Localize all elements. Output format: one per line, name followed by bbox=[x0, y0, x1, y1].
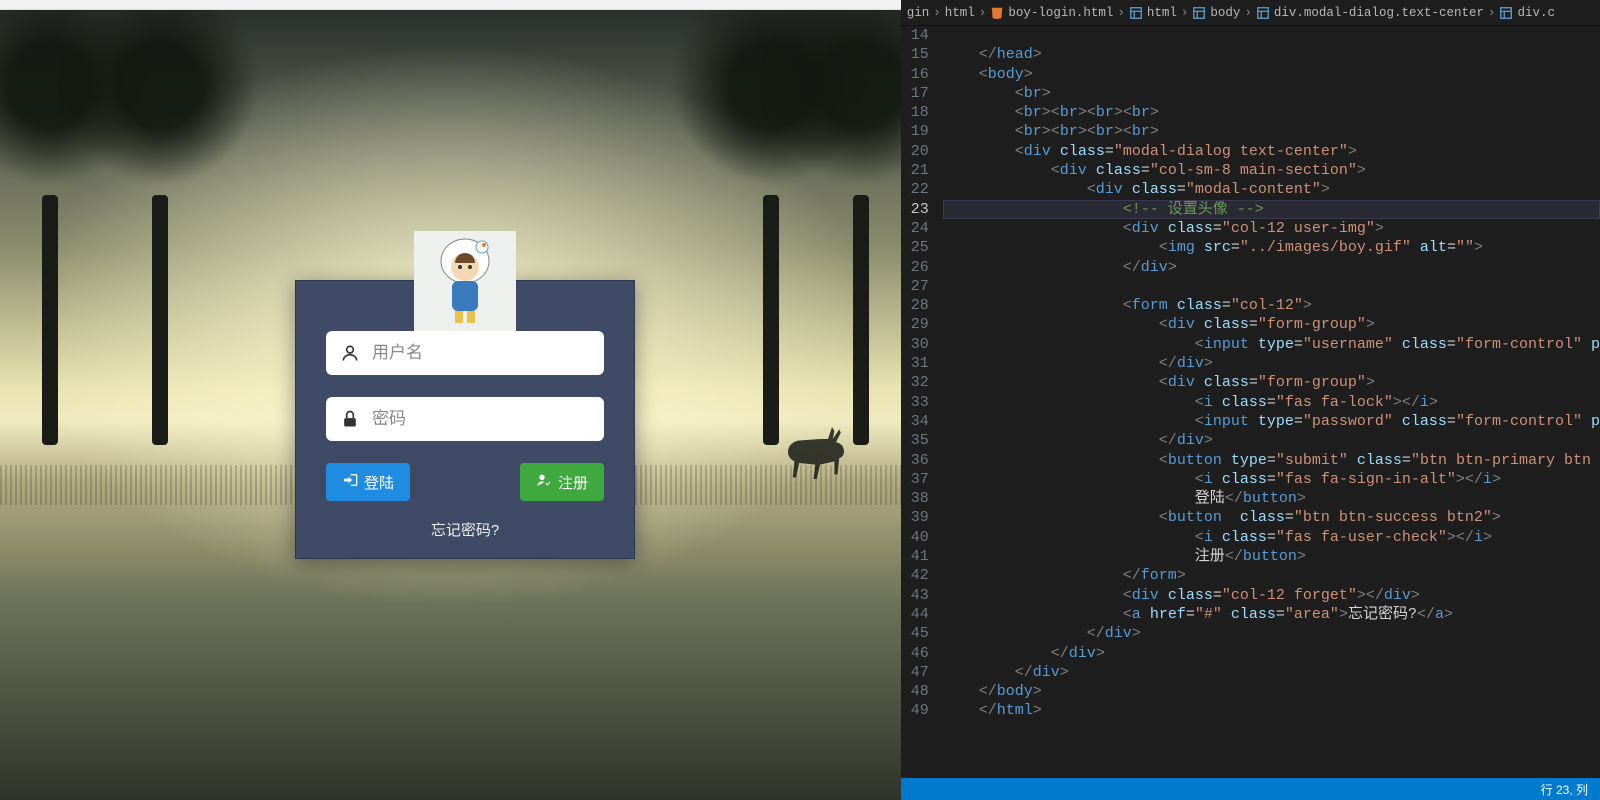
login-modal: 登陆 注册 忘记密码? bbox=[295, 280, 635, 559]
breadcrumb-item[interactable]: div.modal-dialog.text-center bbox=[1256, 6, 1484, 20]
avatar bbox=[414, 231, 516, 333]
user-check-icon bbox=[536, 472, 552, 492]
bg-tree bbox=[791, 25, 901, 445]
breadcrumb-item[interactable]: body bbox=[1192, 6, 1240, 20]
bg-tree bbox=[90, 25, 230, 445]
status-bar[interactable]: 行 23, 列 bbox=[901, 778, 1600, 800]
breadcrumb-item[interactable]: div.c bbox=[1499, 6, 1555, 20]
login-button[interactable]: 登陆 bbox=[326, 463, 410, 501]
sign-in-icon bbox=[342, 472, 358, 492]
code-editor-pane: gin›html›boy-login.html›html›body›div.mo… bbox=[901, 0, 1600, 800]
username-input[interactable] bbox=[326, 331, 604, 375]
register-button[interactable]: 注册 bbox=[520, 463, 604, 501]
cursor-position: 行 23, 列 bbox=[1541, 781, 1588, 798]
breadcrumb-item[interactable]: boy-login.html bbox=[990, 6, 1113, 20]
bg-deer bbox=[780, 410, 860, 500]
username-group bbox=[326, 331, 604, 375]
browser-preview-pane: 登陆 注册 忘记密码? bbox=[0, 0, 901, 800]
code-content[interactable]: </head> <body> <br> <br><br><br><br> <br… bbox=[943, 26, 1600, 778]
password-input[interactable] bbox=[326, 397, 604, 441]
breadcrumb[interactable]: gin›html›boy-login.html›html›body›div.mo… bbox=[901, 0, 1600, 26]
breadcrumb-item[interactable]: html bbox=[1129, 6, 1177, 20]
password-group bbox=[326, 397, 604, 441]
forgot-password-link[interactable]: 忘记密码? bbox=[326, 519, 604, 540]
button-row: 登陆 注册 bbox=[326, 463, 604, 501]
code-area[interactable]: 1415161718192021222324252627282930313233… bbox=[901, 26, 1600, 778]
user-icon bbox=[340, 343, 360, 363]
login-button-label: 登陆 bbox=[364, 472, 394, 493]
register-button-label: 注册 bbox=[558, 472, 588, 493]
breadcrumb-item[interactable]: gin bbox=[907, 6, 930, 20]
line-number-gutter: 1415161718192021222324252627282930313233… bbox=[901, 26, 943, 778]
browser-content: 登陆 注册 忘记密码? bbox=[0, 10, 901, 800]
browser-address-bar bbox=[0, 0, 901, 10]
breadcrumb-item[interactable]: html bbox=[945, 6, 975, 20]
lock-icon bbox=[340, 409, 360, 429]
